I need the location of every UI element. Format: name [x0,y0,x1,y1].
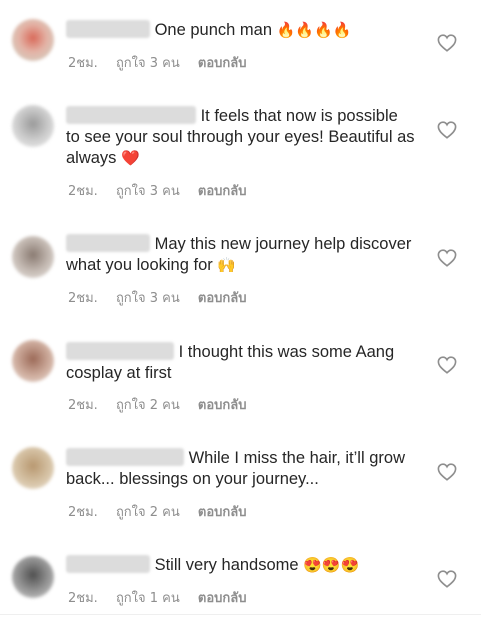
timestamp: 2ชม. [68,398,98,413]
likes-count[interactable]: ถูกใจ 3 คน [116,56,180,71]
raised-hands-emoji: 🙌 [217,257,237,274]
reply-button[interactable]: ตอบกลับ [198,56,247,71]
timestamp: 2ชม. [68,591,98,606]
avatar[interactable] [12,236,54,278]
fire-emoji: 🔥🔥🔥🔥 [276,22,352,39]
likes-count[interactable]: ถูกใจ 2 คน [116,505,180,520]
heart-icon[interactable] [437,249,457,267]
reply-button[interactable]: ตอบกลับ [198,398,247,413]
likes-count[interactable]: ถูกใจ 1 คน [116,591,180,606]
timestamp: 2ชม. [68,291,98,306]
comment-text: I thought this was some Aang cosplay at … [66,342,416,384]
heart-icon[interactable] [437,356,457,374]
comment-body: Still very handsome [154,556,299,574]
timestamp: 2ชม. [68,505,98,520]
username[interactable] [66,448,184,466]
comment-meta: 2ชม. ถูกใจ 1 คน ตอบกลับ [68,587,261,608]
username[interactable] [66,342,174,360]
avatar[interactable] [12,105,54,147]
likes-count[interactable]: ถูกใจ 3 คน [116,184,180,199]
comment-meta: 2ชม. ถูกใจ 3 คน ตอบกลับ [68,180,261,201]
heart-icon[interactable] [437,463,457,481]
comment-meta: 2ชม. ถูกใจ 2 คน ตอบกลับ [68,394,261,415]
divider [0,614,481,615]
timestamp: 2ชม. [68,56,98,71]
likes-count[interactable]: ถูกใจ 2 คน [116,398,180,413]
comment-text: May this new journey help discover what … [66,234,416,276]
comment-meta: 2ชม. ถูกใจ 3 คน ตอบกลับ [68,287,261,308]
avatar[interactable] [12,447,54,489]
username[interactable] [66,234,150,252]
comment-text: While I miss the hair, it’ll grow back..… [66,448,416,490]
heart-icon[interactable] [437,34,457,52]
heart-icon[interactable] [437,570,457,588]
comment-text: One punch man 🔥🔥🔥🔥 [66,20,416,41]
comment-meta: 2ชม. ถูกใจ 2 คน ตอบกลับ [68,501,261,522]
username[interactable] [66,20,150,38]
username[interactable] [66,555,150,573]
reply-button[interactable]: ตอบกลับ [198,184,247,199]
comment-text: It feels that now is possible to see you… [66,106,416,169]
comment-meta: 2ชม. ถูกใจ 3 คน ตอบกลับ [68,52,261,73]
avatar[interactable] [12,556,54,598]
heart-eyes-emoji: 😍😍😍 [303,557,360,574]
heart-emoji: ❤️ [121,150,140,167]
reply-button[interactable]: ตอบกลับ [198,591,247,606]
likes-count[interactable]: ถูกใจ 3 คน [116,291,180,306]
reply-button[interactable]: ตอบกลับ [198,505,247,520]
heart-icon[interactable] [437,121,457,139]
avatar[interactable] [12,340,54,382]
reply-button[interactable]: ตอบกลับ [198,291,247,306]
timestamp: 2ชม. [68,184,98,199]
comment-text: Still very handsome 😍😍😍 [66,555,416,576]
avatar[interactable] [12,19,54,61]
username[interactable] [66,106,196,124]
comment-body: One punch man [154,21,273,39]
